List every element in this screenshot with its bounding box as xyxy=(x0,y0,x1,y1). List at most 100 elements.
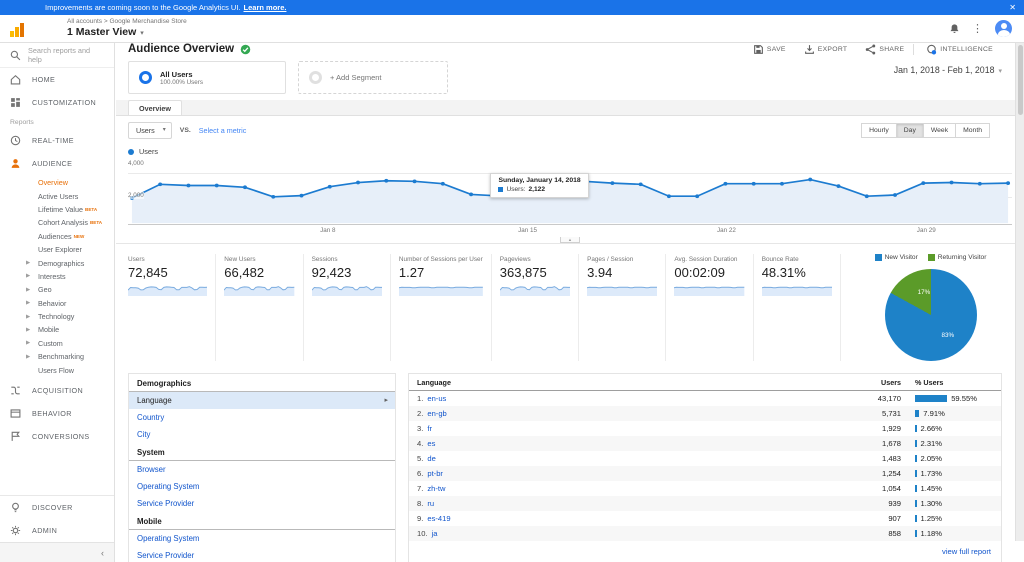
language-link[interactable]: pt-br xyxy=(427,469,443,478)
sidebar-item-audience[interactable]: AUDIENCE xyxy=(0,152,114,175)
granularity-month-button[interactable]: Month xyxy=(955,123,990,138)
language-link[interactable]: es-419 xyxy=(427,514,450,523)
export-button[interactable]: EXPORT xyxy=(795,44,857,55)
x-axis-tick: Jan 15 xyxy=(518,227,538,234)
sidebar-item-discover[interactable]: DISCOVER xyxy=(0,496,114,519)
subnav-mobile[interactable]: Mobile xyxy=(0,323,114,336)
subnav-users-flow[interactable]: Users Flow xyxy=(0,363,114,376)
subnav-technology[interactable]: Technology xyxy=(0,310,114,323)
vs-label: VS. xyxy=(179,127,191,134)
dimension-service-provider[interactable]: Service Provider xyxy=(129,495,395,512)
subnav-demographics[interactable]: Demographics xyxy=(0,256,114,269)
search-input[interactable]: Search reports and help xyxy=(0,43,114,68)
subnav-interests[interactable]: Interests xyxy=(0,270,114,283)
learn-more-link[interactable]: Learn more. xyxy=(244,3,287,12)
view-selector[interactable]: 1 Master View xyxy=(67,26,187,39)
granularity-week-button[interactable]: Week xyxy=(922,123,957,138)
sidebar-item-behavior[interactable]: BEHAVIOR xyxy=(0,402,114,425)
view-full-report-link[interactable]: view full report xyxy=(409,541,1001,561)
metric-sessions-per-user[interactable]: Number of Sessions per User 1.27 xyxy=(389,254,491,361)
more-options-kebab-icon[interactable] xyxy=(972,22,983,35)
dimension-browser[interactable]: Browser xyxy=(129,461,395,478)
subnav-custom[interactable]: Custom xyxy=(0,337,114,350)
subnav-active-users[interactable]: Active Users xyxy=(0,189,114,202)
metric-new-users[interactable]: New Users 66,482 xyxy=(215,254,302,361)
subnav-geo[interactable]: Geo xyxy=(0,283,114,296)
language-link[interactable]: en-gb xyxy=(427,409,446,418)
share-button[interactable]: SHARE xyxy=(856,44,913,55)
subnav-lifetime-value[interactable]: Lifetime Value BETA xyxy=(0,203,114,216)
language-link[interactable]: en-us xyxy=(427,394,446,403)
sidebar-item-conversions[interactable]: CONVERSIONS xyxy=(0,425,114,448)
metrics-summary: Users 72,845 New Users 66,482 Sessions 92,4… xyxy=(116,244,1024,365)
granularity-hourly-button[interactable]: Hourly xyxy=(861,123,897,138)
segment-all-users[interactable]: All Users 100.00% Users xyxy=(128,61,286,94)
save-button[interactable]: SAVE xyxy=(744,44,795,55)
metric-avg-session-duration[interactable]: Avg. Session Duration 00:02:09 xyxy=(665,254,752,361)
metric-bounce-rate[interactable]: Bounce Rate 48.31% xyxy=(752,254,840,361)
subnav-cohort-analysis[interactable]: Cohort Analysis BETA xyxy=(0,216,114,229)
intelligence-icon xyxy=(926,44,937,55)
expand-arrow-icon xyxy=(26,327,30,333)
series-color-square-icon xyxy=(498,187,504,192)
language-link[interactable]: zh-tw xyxy=(427,484,445,493)
subnav-audiences[interactable]: Audiences NEW xyxy=(0,230,114,243)
metric-dropdown[interactable]: Users xyxy=(128,122,172,139)
sidebar-item-realtime[interactable]: REAL-TIME xyxy=(0,129,114,152)
scrollbar[interactable] xyxy=(1015,43,1024,541)
dimension-operating-system[interactable]: Operating System xyxy=(129,478,395,495)
dimension-country[interactable]: Country xyxy=(129,409,395,426)
metric-users[interactable]: Users 72,845 xyxy=(128,254,215,361)
subnav-benchmarking[interactable]: Benchmarking xyxy=(0,350,114,363)
sparkline-chart xyxy=(499,286,571,296)
sidebar-item-home[interactable]: HOME xyxy=(0,68,114,91)
percent-bar xyxy=(915,515,917,522)
col-language[interactable]: Language xyxy=(417,378,451,387)
visitor-type-panel: New Visitor Returning Visitor 17% 83% xyxy=(840,254,1012,361)
table-row: 4. es 1,678 2.31% xyxy=(409,436,1001,451)
sidebar-item-label: HOME xyxy=(32,75,56,84)
select-metric-link[interactable]: Select a metric xyxy=(199,126,247,135)
language-link[interactable]: ja xyxy=(432,529,438,538)
language-link[interactable]: es xyxy=(427,439,435,448)
sidebar-item-admin[interactable]: ADMIN xyxy=(0,519,114,542)
subnav-behavior[interactable]: Behavior xyxy=(0,297,114,310)
dimension-mobile-os[interactable]: Operating System xyxy=(129,530,395,547)
breadcrumb[interactable]: All accounts > Google Merchandise Store xyxy=(67,18,187,26)
metric-pageviews[interactable]: Pageviews 363,875 xyxy=(490,254,578,361)
analytics-logo-icon[interactable] xyxy=(10,21,24,37)
scrollbar-thumb[interactable] xyxy=(1017,45,1023,115)
sidebar-item-label: CUSTOMIZATION xyxy=(32,98,97,107)
table-row: 3. fr 1,929 2.66% xyxy=(417,424,943,433)
date-range-picker[interactable]: Jan 1, 2018 - Feb 1, 2018 xyxy=(894,61,1002,75)
subnav-overview[interactable]: Overview xyxy=(0,176,114,189)
col-users[interactable]: Users xyxy=(841,378,901,387)
metric-sessions[interactable]: Sessions 92,423 xyxy=(302,254,390,361)
dimension-language[interactable]: Language xyxy=(129,392,395,409)
subnav-user-explorer[interactable]: User Explorer xyxy=(0,243,114,256)
table-row: 7. zh-tw 1,054 1.45% xyxy=(417,484,943,493)
metric-pages-per-session[interactable]: Pages / Session 3.94 xyxy=(578,254,665,361)
language-link[interactable]: fr xyxy=(427,424,432,433)
col-percent-users[interactable]: % Users xyxy=(901,378,993,387)
banner-close-icon[interactable]: ✕ xyxy=(1009,3,1016,12)
dimension-mobile-service-provider[interactable]: Service Provider xyxy=(129,547,395,562)
dimension-city[interactable]: City xyxy=(129,426,395,443)
users-line-chart[interactable]: 2,000 Sunday, January 14, 2018 Users: 2,… xyxy=(128,168,1012,225)
sidebar-collapse-chevron-icon[interactable] xyxy=(0,542,114,562)
visitor-type-pie-chart[interactable] xyxy=(884,269,977,361)
tab-overview[interactable]: Overview xyxy=(128,100,182,115)
behavior-window-icon xyxy=(10,408,21,419)
chart-collapse-handle[interactable] xyxy=(560,237,580,243)
sidebar-item-acquisition[interactable]: ACQUISITION xyxy=(0,379,114,402)
account-avatar[interactable] xyxy=(995,20,1012,37)
granularity-buttons: Hourly Day Week Month xyxy=(861,123,990,138)
intelligence-button[interactable]: INTELLIGENCE xyxy=(913,43,1002,55)
language-link[interactable]: de xyxy=(427,454,435,463)
add-segment-button[interactable]: + Add Segment xyxy=(298,61,448,94)
pie-legend: New Visitor Returning Visitor xyxy=(849,254,1012,261)
sidebar-item-customization[interactable]: CUSTOMIZATION xyxy=(0,91,114,114)
notifications-bell-icon[interactable] xyxy=(949,23,960,34)
granularity-day-button[interactable]: Day xyxy=(895,123,924,138)
language-link[interactable]: ru xyxy=(427,499,434,508)
